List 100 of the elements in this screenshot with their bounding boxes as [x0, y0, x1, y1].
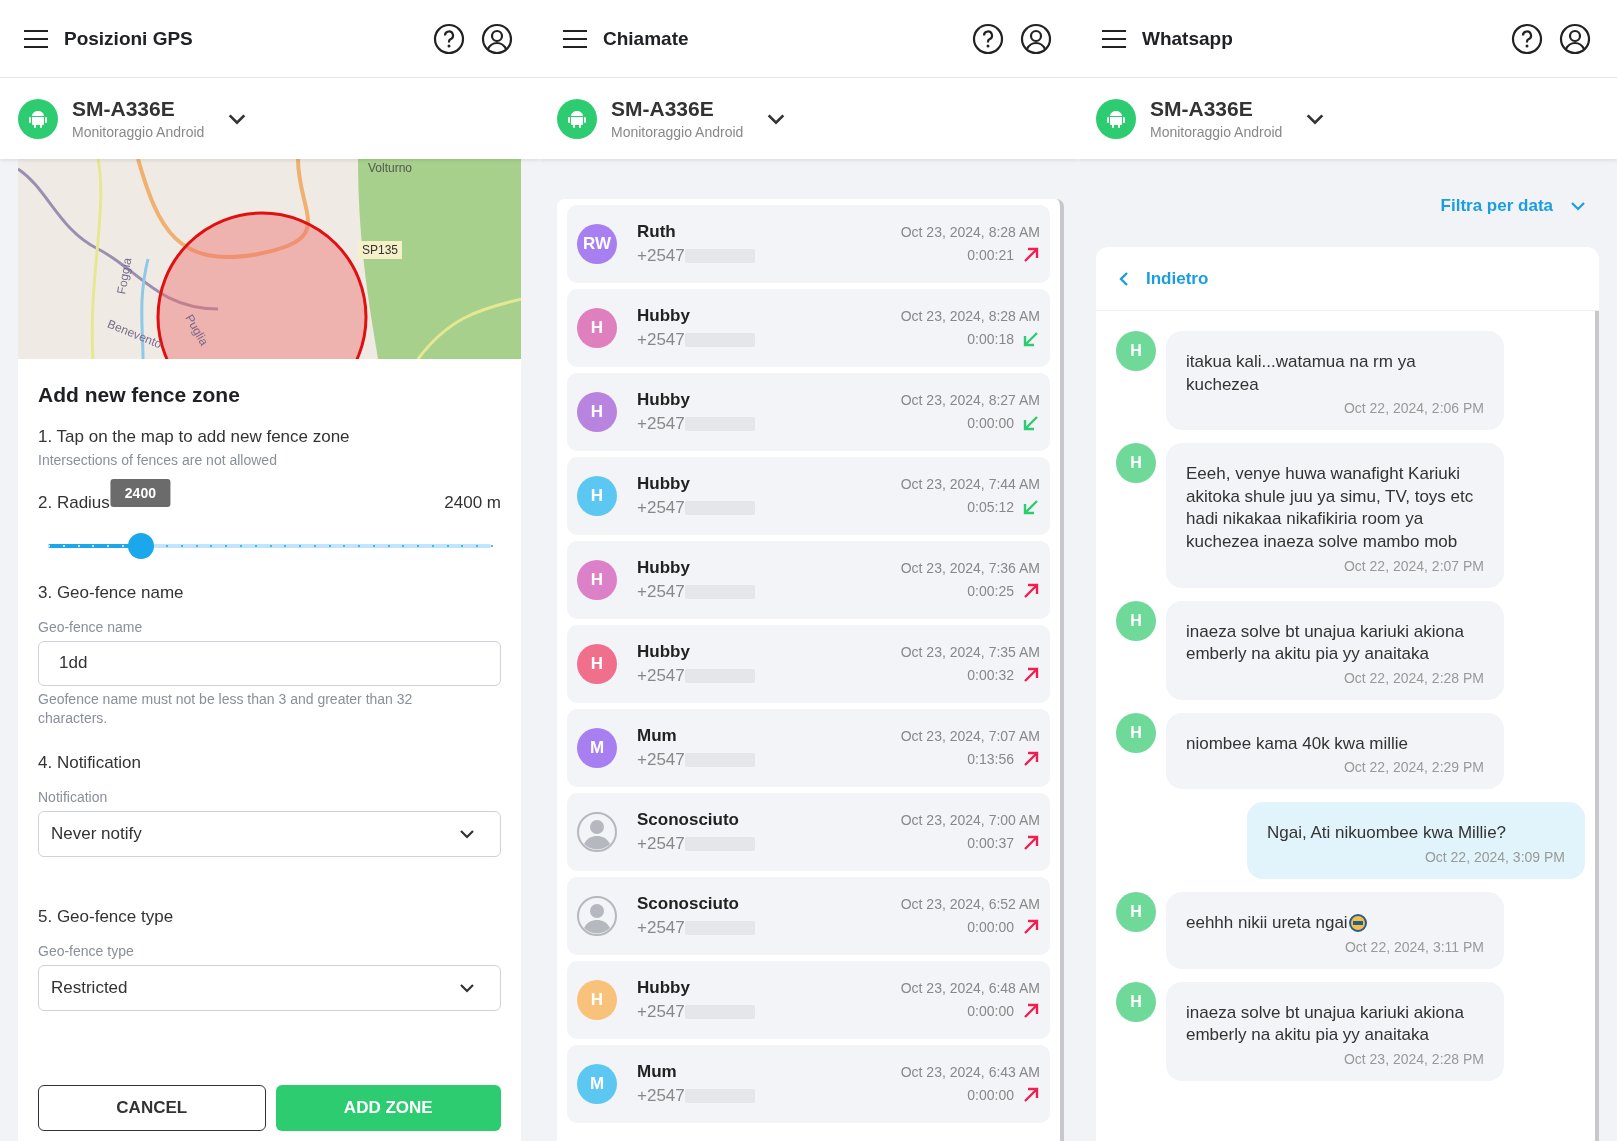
- contact-name: Sconosciuto: [637, 810, 740, 830]
- step-label: 3. Geo-fence name: [38, 582, 185, 603]
- contact-avatar: H: [577, 560, 617, 600]
- slider-thumb[interactable]: [128, 532, 154, 559]
- help-button[interactable]: [1511, 22, 1543, 55]
- arrow-up-right-icon: [1022, 1086, 1040, 1104]
- contact-avatar: H: [577, 392, 617, 432]
- map-label: SP135: [358, 241, 403, 259]
- phone-number: +2547: [637, 666, 685, 686]
- contact-avatar: H: [577, 476, 617, 516]
- contact-name: Hubby: [637, 978, 691, 998]
- call-time: Oct 23, 2024, 6:43 AM: [900, 1064, 1040, 1080]
- menu-icon[interactable]: [24, 29, 48, 48]
- device-name: SM-A336E: [1150, 97, 1254, 121]
- message-text: Ngai, Ati nikuombee kwa Millie?: [1267, 822, 1507, 845]
- menu-icon[interactable]: [1102, 29, 1126, 48]
- step-label: 5. Geo-fence type: [38, 906, 175, 927]
- field-label: Notification: [38, 788, 109, 805]
- call-duration: 0:00:32: [967, 667, 1014, 683]
- contact-name: Ruth: [637, 222, 677, 242]
- device-name: SM-A336E: [72, 97, 176, 121]
- field-label: Geo-fence name: [38, 618, 144, 635]
- page-title: Chiamate: [603, 27, 690, 50]
- contact-avatar: H: [577, 980, 617, 1020]
- page-title: Whatsapp: [1142, 27, 1234, 50]
- device-subtitle: Monitoraggio Android: [1150, 124, 1283, 140]
- message-text: niombee kama 40k kwa millie: [1186, 732, 1409, 755]
- account-button[interactable]: [481, 22, 513, 55]
- message-text: itakua kali...watamua na rm ya kuchezea: [1186, 351, 1417, 396]
- contact-name: Mum: [637, 1062, 678, 1082]
- contact-avatar: M: [577, 1064, 617, 1104]
- account-button[interactable]: [1020, 22, 1052, 55]
- contact-name: Hubby: [637, 474, 691, 494]
- call-row[interactable]: H Hubby +2547 Oct 23, 2024, 6:48 AM 0:00:00: [567, 961, 1050, 1039]
- call-duration: 0:00:18: [967, 331, 1014, 347]
- call-row[interactable]: H Hubby +2547 Oct 23, 2024, 8:27 AM 0:00:00: [567, 373, 1050, 451]
- contact-name: Hubby: [637, 390, 691, 410]
- help-button[interactable]: [433, 22, 465, 55]
- phone-number: +2547: [637, 834, 685, 854]
- call-time: Oct 23, 2024, 8:28 AM: [900, 308, 1040, 324]
- contact-name: Hubby: [637, 306, 691, 326]
- phone-number: +2547: [637, 414, 685, 434]
- call-row[interactable]: RW Ruth +2547 Oct 23, 2024, 8:28 AM 0:00:21: [567, 205, 1050, 283]
- geofence-name-field[interactable]: 1dd: [38, 640, 501, 686]
- notification-select[interactable]: Never notify: [38, 810, 501, 857]
- call-row[interactable]: Sconosciuto +2547 Oct 23, 2024, 7:00 AM 0:00:37: [567, 793, 1050, 871]
- sender-avatar: H: [1116, 981, 1156, 1022]
- call-time: Oct 23, 2024, 7:35 AM: [900, 644, 1040, 660]
- cancel-button[interactable]: CANCEL: [38, 1085, 266, 1131]
- step-label: 1. Tap on the map to add new fence zone: [38, 427, 351, 447]
- geofence-type-select[interactable]: Restricted: [38, 964, 501, 1011]
- message-time: Oct 23, 2024, 2:28 PM: [1343, 1050, 1484, 1067]
- menu-icon[interactable]: [563, 29, 587, 48]
- message-text: Eeeh, venye huwa wanafight Kariuki akitoka shule juu ya simu, TV, toys etc hadi nikakaa nikafikiria room ya kuchezea inaeza solve mambo mob: [1186, 463, 1475, 554]
- arrow-down-left-icon: [1022, 498, 1040, 516]
- call-time: Oct 23, 2024, 7:00 AM: [900, 812, 1040, 828]
- message-time: Oct 22, 2024, 2:06 PM: [1343, 400, 1484, 417]
- call-time: Oct 23, 2024, 8:28 AM: [900, 224, 1040, 240]
- call-row[interactable]: M Mum +2547 Oct 23, 2024, 6:43 AM 0:00:00: [567, 1045, 1050, 1123]
- help-icon: [433, 22, 465, 55]
- call-time: Oct 23, 2024, 6:48 AM: [900, 980, 1040, 996]
- radius-value: 2400 m: [444, 492, 501, 513]
- slider-tooltip: 2400: [110, 478, 170, 507]
- call-row[interactable]: M Mum +2547 Oct 23, 2024, 7:07 AM 0:13:56: [567, 709, 1050, 787]
- form-title: Add new fence zone: [38, 383, 241, 407]
- message-time: Oct 22, 2024, 3:09 PM: [1424, 849, 1565, 866]
- step-label: 2. Radius: [38, 492, 110, 513]
- help-button[interactable]: [972, 22, 1004, 55]
- device-subtitle: Monitoraggio Android: [611, 124, 744, 140]
- account-icon: [481, 22, 513, 55]
- call-row[interactable]: H Hubby +2547 Oct 23, 2024, 7:36 AM 0:00:25: [567, 541, 1050, 619]
- phone-number: +2547: [637, 330, 685, 350]
- call-row[interactable]: H Hubby +2547 Oct 23, 2024, 7:44 AM 0:05:12: [567, 457, 1050, 535]
- contact-avatar: RW: [577, 224, 617, 264]
- step-label: 4. Notification: [38, 752, 142, 773]
- call-time: Oct 23, 2024, 7:07 AM: [900, 728, 1040, 744]
- account-button[interactable]: [1559, 22, 1591, 55]
- call-time: Oct 23, 2024, 7:44 AM: [900, 476, 1040, 492]
- help-icon: [972, 22, 1004, 55]
- arrow-up-right-icon: [1022, 750, 1040, 768]
- message-text: inaeza solve bt unajua kariuki akiona emberly na akitu pia yy anaitaka: [1186, 620, 1465, 666]
- arrow-down-left-icon: [1022, 414, 1040, 432]
- map-label: Foggia: [114, 256, 135, 296]
- hint-text: Intersections of fences are not allowed: [38, 451, 278, 470]
- phone-number: +2547: [637, 750, 685, 770]
- call-time: Oct 23, 2024, 8:27 AM: [900, 392, 1040, 408]
- contact-avatar: H: [577, 644, 617, 684]
- helper-text: Geofence name must not be less than 3 and greater than 32 characters.: [38, 689, 414, 729]
- call-row[interactable]: H Hubby +2547 Oct 23, 2024, 7:35 AM 0:00:32: [567, 625, 1050, 703]
- arrow-down-left-icon: [1022, 330, 1040, 348]
- field-label: Geo-fence type: [38, 942, 135, 959]
- call-time: Oct 23, 2024, 7:36 AM: [900, 560, 1040, 576]
- call-duration: 0:00:00: [967, 919, 1014, 935]
- arrow-up-right-icon: [1022, 1002, 1040, 1020]
- contact-name: Hubby: [637, 642, 691, 662]
- call-row[interactable]: H Hubby +2547 Oct 23, 2024, 8:28 AM 0:00:18: [567, 289, 1050, 367]
- contact-name: Hubby: [637, 558, 691, 578]
- call-row[interactable]: Sconosciuto +2547 Oct 23, 2024, 6:52 AM 0:00:00: [567, 877, 1050, 955]
- sender-avatar: H: [1116, 600, 1156, 641]
- device-subtitle: Monitoraggio Android: [72, 124, 205, 140]
